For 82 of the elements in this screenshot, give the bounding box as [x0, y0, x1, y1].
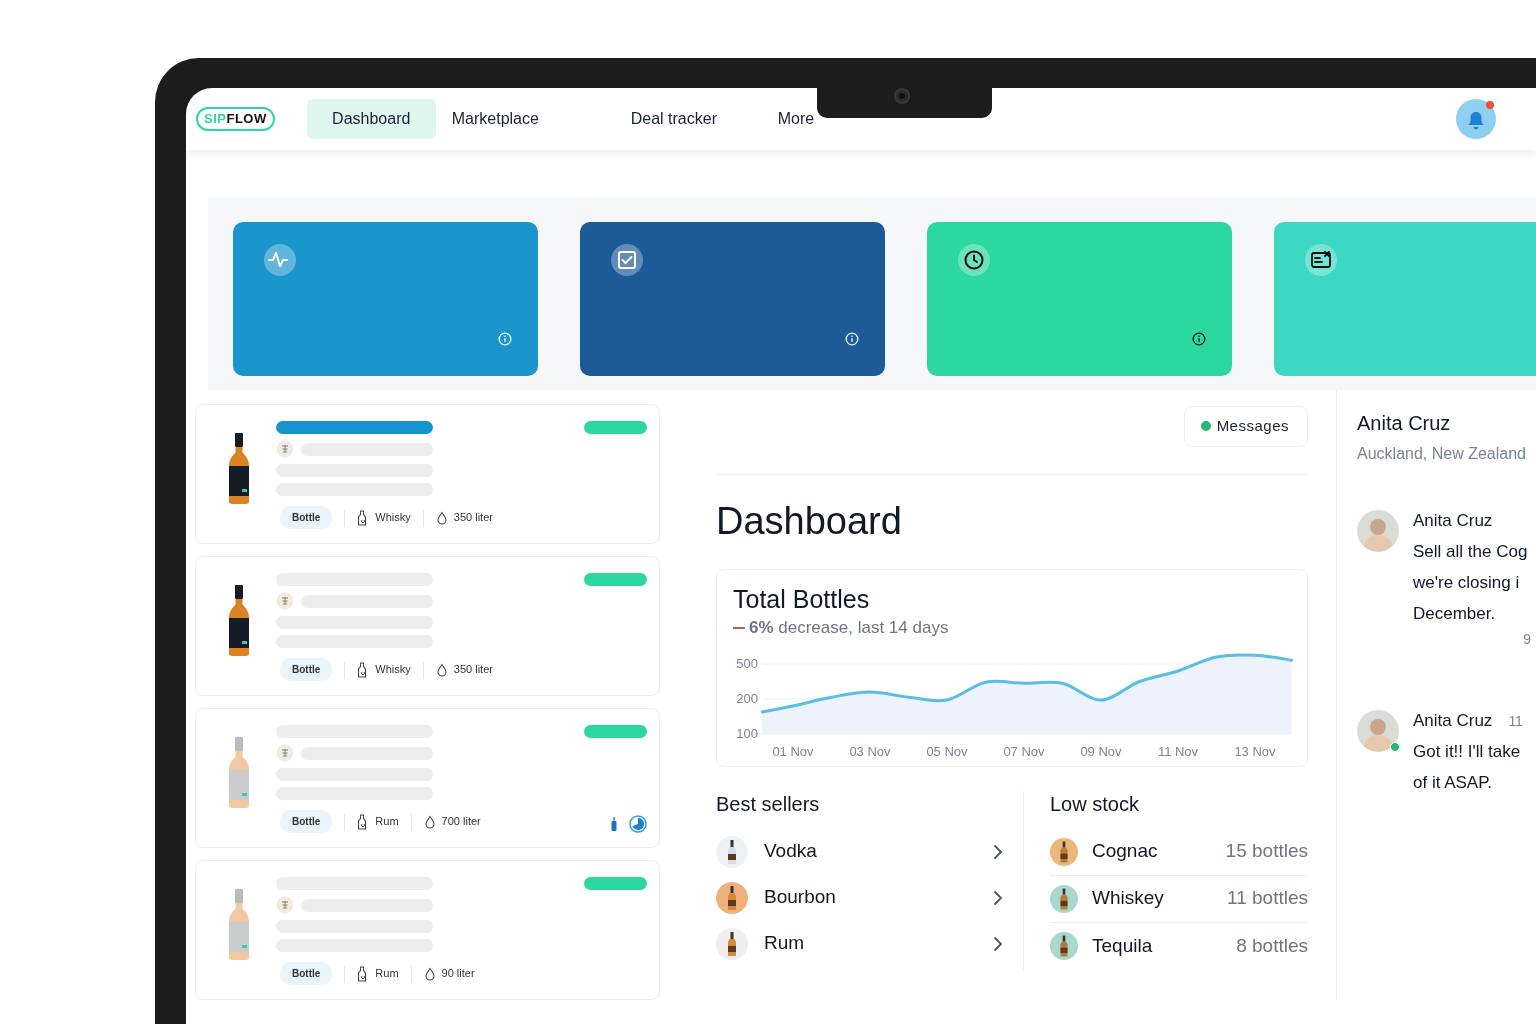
- message-text: Got it!! I'll take of it ASAP.: [1413, 741, 1522, 794]
- nav-tab[interactable]: Deal tracker: [614, 99, 762, 139]
- chevron-icon: [993, 889, 1003, 906]
- avatar: [1357, 710, 1399, 752]
- message-time: 9: [1523, 630, 1531, 649]
- tag-label: Bottle: [280, 962, 333, 985]
- drop-icon: [435, 510, 448, 525]
- axis-label: 05 Nov: [926, 743, 968, 759]
- category-label: Whisky: [375, 662, 411, 678]
- list-item[interactable]: Rum: [716, 920, 1003, 967]
- info-icon: [498, 332, 512, 346]
- volume-label: 350 liter: [453, 662, 493, 678]
- category-label: Whisky: [375, 510, 411, 526]
- bottle-icon: [357, 661, 368, 678]
- status-pill: [584, 573, 647, 586]
- nav-tab[interactable]: Marketplace: [435, 99, 615, 139]
- list-item[interactable]: Bourbon: [716, 874, 1003, 921]
- author-name: Anita Cruz: [1413, 710, 1493, 732]
- info-icon: [845, 332, 859, 346]
- bottle-icon: [357, 813, 368, 830]
- chevron-icon: [993, 935, 1003, 952]
- chevron-icon: [993, 843, 1003, 860]
- nav-tab[interactable]: Dashboard: [306, 99, 436, 139]
- notification-button[interactable]: [1456, 99, 1496, 139]
- section-title: Low stock: [1050, 791, 1140, 817]
- axis-label: 500: [736, 655, 758, 671]
- seal-icon: [276, 592, 294, 610]
- axis-label: 11 Nov: [1157, 743, 1199, 759]
- item-name: Whiskey: [1092, 886, 1164, 911]
- volume-label: 700 liter: [441, 814, 481, 830]
- bottle-icon: [357, 509, 368, 526]
- camera-icon: [893, 87, 911, 105]
- status-pill: [584, 725, 647, 738]
- item-name: Tequila: [1092, 933, 1153, 958]
- axis-label: 03 Nov: [849, 743, 891, 759]
- bottle-icon: [357, 965, 368, 982]
- pie-chart-icon: [629, 815, 647, 833]
- tag-label: Bottle: [280, 506, 333, 529]
- chart-summary: 6% decrease, last 14 days: [749, 616, 949, 639]
- category-label: Rum: [375, 814, 399, 830]
- volume-label: 350 liter: [453, 510, 493, 526]
- axis-label: 07 Nov: [1003, 743, 1045, 759]
- stock-count: 8 bottles: [1236, 933, 1308, 958]
- category-label: Rum: [375, 966, 399, 982]
- axis-label: 13 Nov: [1234, 743, 1276, 759]
- tag-label: Bottle: [280, 658, 333, 681]
- drop-icon: [423, 966, 436, 981]
- stock-count: 15 bottles: [1225, 839, 1308, 864]
- message-time: 11: [1508, 712, 1523, 731]
- message-text: Sell all the Cog we're closing i December.: [1413, 541, 1529, 625]
- stock-count: 11 bottles: [1227, 886, 1308, 911]
- axis-label: 200: [736, 690, 758, 706]
- bell-icon: [1467, 110, 1485, 131]
- chart-title: Total Bottles: [733, 583, 871, 614]
- seal-icon: [276, 440, 294, 458]
- axis-label: 100: [736, 725, 758, 741]
- list-item[interactable]: Vodka: [716, 828, 1003, 875]
- drop-icon: [423, 814, 436, 829]
- volume-label: 90 liter: [441, 966, 475, 982]
- checkbox-icon: [611, 244, 643, 276]
- info-icon: [1192, 332, 1206, 346]
- author-name: Anita Cruz: [1413, 510, 1493, 532]
- messages-button[interactable]: Messages: [1183, 406, 1308, 447]
- seal-icon: [276, 896, 294, 914]
- logo: SIPFLOW: [196, 107, 275, 131]
- section-title: Best sellers: [716, 791, 821, 817]
- contact-name: Anita Cruz: [1357, 411, 1452, 436]
- axis-label: 01 Nov: [772, 743, 814, 759]
- bottle-icon: [611, 817, 617, 831]
- pulse-icon: [264, 244, 296, 276]
- page-title: Dashboard: [716, 498, 903, 544]
- clock-icon: [958, 244, 990, 276]
- nav-tab[interactable]: More: [761, 99, 815, 139]
- tag-label: Bottle: [280, 810, 333, 833]
- item-name: Cognac: [1092, 839, 1158, 864]
- axis-label: 09 Nov: [1080, 743, 1122, 759]
- screen-icon: [1305, 244, 1337, 276]
- seal-icon: [276, 744, 294, 762]
- drop-icon: [435, 662, 448, 677]
- status-pill: [584, 421, 647, 434]
- status-pill: [584, 877, 647, 890]
- contact-location: Auckland, New Zealand: [1357, 444, 1527, 464]
